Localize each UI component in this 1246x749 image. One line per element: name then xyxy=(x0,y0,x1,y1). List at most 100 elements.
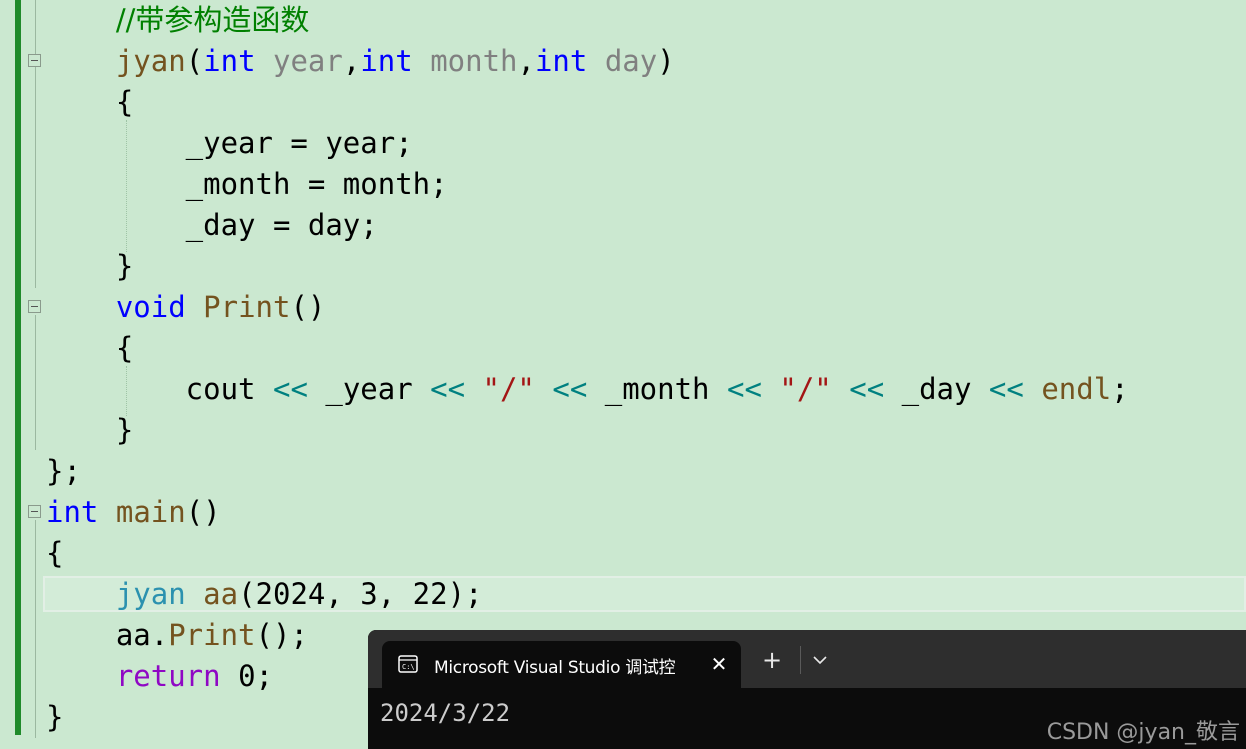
code-token: year xyxy=(273,44,343,78)
code-token: aa. xyxy=(46,618,169,652)
chevron-down-icon[interactable] xyxy=(812,654,828,666)
code-token: int xyxy=(46,495,99,529)
code-token: jyan xyxy=(115,577,186,611)
code-token: int xyxy=(203,44,256,78)
code-token: jyan xyxy=(115,44,186,78)
fold-collapse-icon[interactable] xyxy=(28,300,41,313)
code-token: (2024, 3, 22); xyxy=(238,577,483,611)
console-app-icon: C:\ xyxy=(398,655,418,673)
fold-guide-main xyxy=(35,520,36,738)
code-token: { xyxy=(46,85,134,119)
code-line[interactable]: _day = day; xyxy=(46,205,378,246)
fold-guide-print xyxy=(35,315,36,450)
code-token: }; xyxy=(46,454,81,488)
terminal-tab-bar: C:\ Microsoft Visual Studio 调试控 ✕ + xyxy=(368,630,1246,688)
watermark: CSDN @jyan_敬言 xyxy=(1046,720,1240,745)
code-line[interactable]: cout << _year << "/" << _month << "/" <<… xyxy=(46,369,1129,410)
code-token: 0; xyxy=(220,659,273,693)
code-token: << xyxy=(726,372,762,406)
code-token: void xyxy=(115,290,186,324)
code-token: , xyxy=(517,44,535,78)
code-token: "/" xyxy=(482,372,535,406)
code-line[interactable]: return 0; xyxy=(46,656,273,697)
code-token: endl xyxy=(1041,372,1112,406)
code-token: ( xyxy=(185,44,204,78)
code-line[interactable]: _year = year; xyxy=(46,123,413,164)
code-token: (); xyxy=(255,618,308,652)
terminal-tab[interactable]: C:\ Microsoft Visual Studio 调试控 ✕ xyxy=(382,641,741,688)
terminal-tab-title: Microsoft Visual Studio 调试控 xyxy=(434,658,676,678)
code-token: , xyxy=(342,44,361,78)
code-line[interactable]: { xyxy=(46,82,133,123)
close-icon[interactable]: ✕ xyxy=(708,653,730,675)
code-line[interactable]: }; xyxy=(46,451,81,492)
code-token: aa xyxy=(203,577,239,611)
code-token: "/" xyxy=(779,372,832,406)
code-line[interactable]: } xyxy=(46,246,133,287)
code-token: { xyxy=(46,536,64,570)
code-token: () xyxy=(290,290,326,324)
code-token: main xyxy=(115,495,186,529)
code-token: _day = day; xyxy=(46,208,378,242)
code-token: () xyxy=(185,495,221,529)
code-token: cout xyxy=(46,372,273,406)
code-token: //带参构造函数 xyxy=(115,3,310,37)
code-token: } xyxy=(46,413,134,447)
fold-collapse-icon[interactable] xyxy=(28,505,41,518)
code-token: Print xyxy=(203,290,291,324)
plus-icon[interactable]: + xyxy=(760,648,784,672)
code-token: int xyxy=(534,44,588,78)
code-line[interactable]: } xyxy=(46,410,133,451)
code-token: Print xyxy=(168,618,256,652)
code-line[interactable]: _month = month; xyxy=(46,164,448,205)
code-line[interactable]: { xyxy=(46,533,63,574)
console-output: 2024/3/22 xyxy=(380,699,511,727)
code-token: month xyxy=(430,44,518,78)
code-line[interactable]: aa.Print(); xyxy=(46,615,308,656)
code-token: << xyxy=(552,372,588,406)
code-token: _month = month; xyxy=(46,167,448,201)
code-token: _month xyxy=(587,372,727,406)
change-tracking-bar xyxy=(15,0,21,735)
code-token: << xyxy=(988,372,1024,406)
code-token: return xyxy=(115,659,221,693)
code-token: _year xyxy=(307,372,431,406)
code-token: ; xyxy=(1111,372,1129,406)
code-token: << xyxy=(849,372,885,406)
code-token: { xyxy=(46,331,134,365)
code-token: int xyxy=(360,44,413,78)
tab-bar-divider xyxy=(800,646,801,674)
code-token: } xyxy=(46,700,64,734)
code-token: _day xyxy=(884,372,989,406)
code-line[interactable]: jyan aa(2024, 3, 22); xyxy=(46,574,483,615)
code-line[interactable]: //带参构造函数 xyxy=(46,0,310,41)
code-line[interactable]: int main() xyxy=(46,492,221,533)
code-line[interactable]: { xyxy=(46,328,133,369)
code-token: } xyxy=(46,249,134,283)
fold-collapse-icon[interactable] xyxy=(28,54,41,67)
svg-text:C:\: C:\ xyxy=(402,663,415,671)
code-line[interactable]: void Print() xyxy=(46,287,326,328)
code-line[interactable]: } xyxy=(46,697,63,738)
fold-guide-constructor xyxy=(35,70,36,288)
code-token: _year = year; xyxy=(46,126,413,160)
code-line[interactable]: jyan(int year,int month,int day) xyxy=(46,41,675,82)
code-token: day xyxy=(604,44,658,78)
code-token: ) xyxy=(657,44,675,78)
code-token: << xyxy=(430,372,466,406)
